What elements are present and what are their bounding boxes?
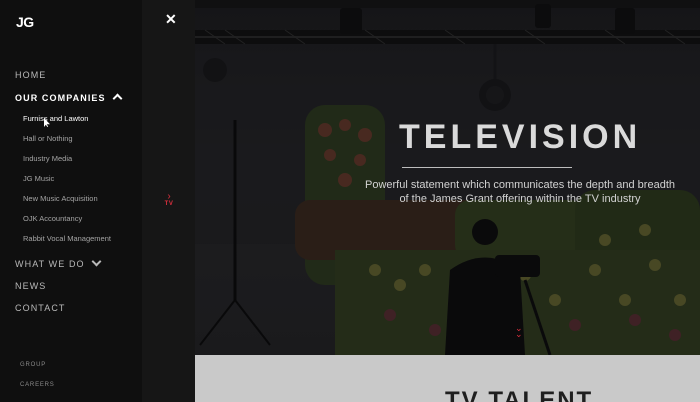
double-chevron-down-icon[interactable]: ⌄ ⌄ (515, 324, 523, 339)
chevron-down-icon (91, 256, 102, 267)
nav-item-our-companies-label: OUR COMPANIES (15, 93, 106, 103)
nav-item-news[interactable]: NEWS (15, 281, 46, 291)
tv-talent-section: TV TALENT (195, 355, 700, 402)
section-marker-tv[interactable]: › TV (162, 191, 176, 208)
nav-item-contact[interactable]: CONTACT (15, 303, 66, 313)
jg-logo[interactable]: JG (16, 14, 34, 30)
hero-banner: TELEVISION Powerful statement which comm… (195, 0, 700, 355)
company-link-jg-music[interactable]: JG Music (23, 174, 54, 183)
hero-divider (402, 167, 572, 168)
chevron-up-icon (112, 93, 123, 104)
footer-link-careers[interactable]: CAREERS (20, 382, 55, 388)
section-marker-label: TV (164, 201, 174, 207)
company-link-hall-or-nothing[interactable]: Hall or Nothing (23, 134, 73, 143)
company-link-new-music-acquisition[interactable]: New Music Acquisition (23, 194, 98, 203)
nav-item-what-we-do-label: WHAT WE DO (15, 259, 85, 269)
hero-description: Powerful statement which communicates th… (364, 179, 675, 205)
hero-title: TELEVISION (399, 118, 642, 156)
company-link-industry-media[interactable]: Industry Media (23, 154, 72, 163)
nav-item-our-companies[interactable]: OUR COMPANIES (15, 93, 123, 104)
close-icon[interactable]: ✕ (165, 11, 177, 28)
nav-item-what-we-do[interactable]: WHAT WE DO (15, 256, 102, 269)
nav-item-home[interactable]: HOME (15, 70, 46, 80)
company-link-rabbit-vocal-management[interactable]: Rabbit Vocal Management (23, 234, 111, 243)
footer-link-group[interactable]: GROUP (20, 362, 46, 368)
nav-drawer: JG HOME OUR COMPANIES Furniss and Lawton… (0, 0, 142, 402)
company-link-furniss-and-lawton[interactable]: Furniss and Lawton (23, 114, 88, 123)
chevron-right-icon: › (167, 191, 171, 202)
company-link-ojk-accountancy[interactable]: OJK Accountancy (23, 214, 82, 223)
section-title: TV TALENT (445, 387, 594, 402)
